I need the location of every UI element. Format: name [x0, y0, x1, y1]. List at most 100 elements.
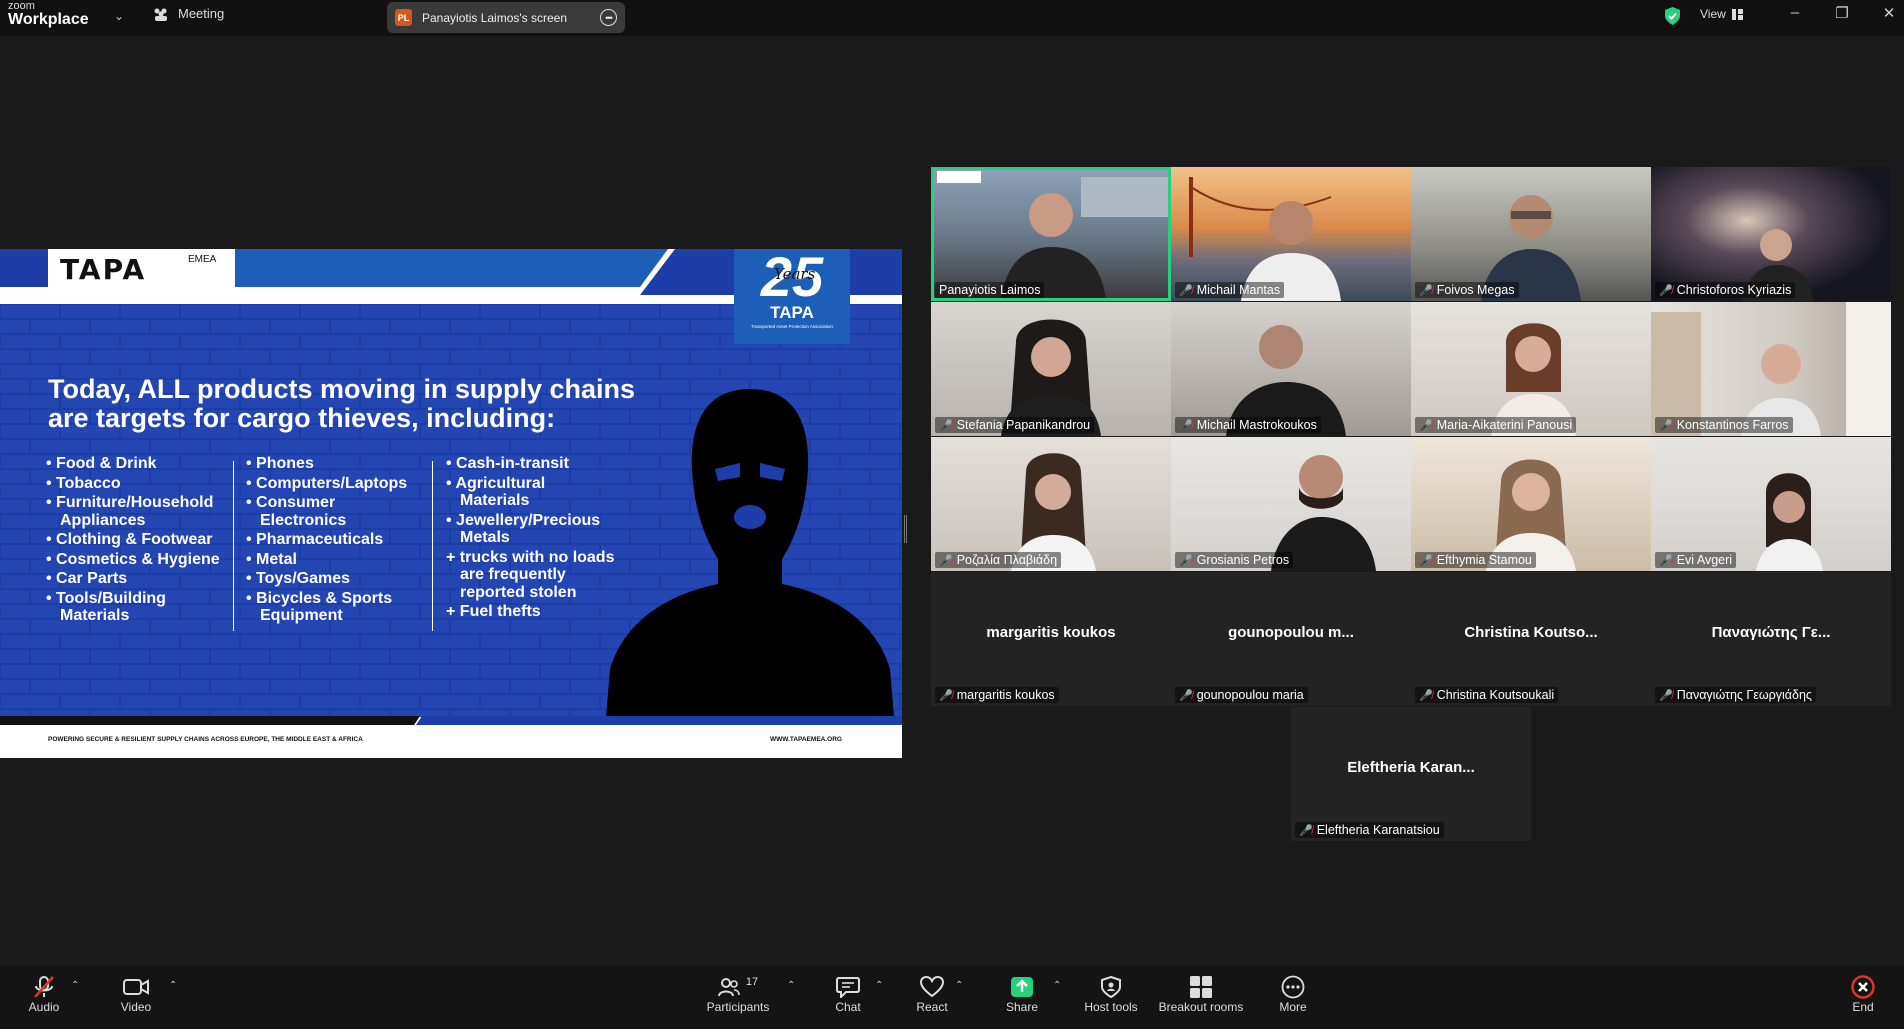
participant-name-tag: 🎤̸ Evi Avgeri — [1655, 552, 1737, 568]
share-options-chevron-icon[interactable]: ⌃ — [1053, 980, 1061, 991]
slide-footer-graphic — [0, 716, 902, 758]
list-item: Appliances — [60, 511, 146, 529]
view-button[interactable]: View — [1700, 7, 1743, 21]
shared-screen-label: Panayiotis Laimos's screen — [422, 10, 568, 25]
audio-label: Audio — [28, 1000, 60, 1014]
video-tile[interactable]: 🎤̸ Michail Mastrokoukos — [1171, 302, 1411, 436]
headline-line-2: are targets for cargo thieves, including… — [48, 403, 556, 433]
participant-video — [1226, 325, 1346, 436]
heart-icon — [920, 976, 944, 998]
video-tile[interactable]: 🎤̸ Maria-Aikaterini Panousi — [1411, 302, 1651, 436]
category-list-2: • Phones • Computers/Laptops • Consumer … — [246, 455, 407, 625]
chat-button[interactable]: Chat — [828, 974, 868, 1014]
participant-name-tag: 🎤̸ Foivos Megas — [1415, 282, 1519, 298]
list-item: + Fuel thefts — [446, 603, 541, 620]
participant-video — [1486, 459, 1576, 571]
video-tile[interactable]: 🎤̸ Stefania Papanikandrou — [931, 302, 1171, 436]
shared-screen: TAPA EMEA 25 Years TAPA Transported Asse… — [0, 249, 902, 758]
audio-options-chevron-icon[interactable]: ⌃ — [71, 980, 79, 991]
participant-name-tag: 🎤̸ Christina Koutsoukali — [1415, 687, 1559, 703]
list-item: • Toys/Games — [246, 570, 351, 587]
list-item: • Tools/Building — [46, 589, 166, 607]
more-button[interactable]: More — [1273, 974, 1313, 1014]
share-screen-icon — [1011, 977, 1033, 997]
list-item: + trucks with no loads — [446, 548, 615, 566]
audio-button[interactable]: Audio — [24, 974, 64, 1014]
close-icon[interactable]: ✕ — [1874, 4, 1904, 22]
participant-name-tag: 🎤̸ Ροζαλία Πλαβιάδη — [935, 552, 1062, 568]
react-button[interactable]: React — [912, 974, 952, 1014]
participant-video — [1491, 323, 1576, 436]
list-item: • Bicycles & Sports — [246, 589, 393, 607]
view-grid-icon — [1731, 8, 1743, 20]
share-label: Share — [1005, 1000, 1039, 1014]
video-tile[interactable]: 🎤̸ Michail Mantas — [1171, 167, 1411, 301]
muted-mic-icon: 🎤̸ — [1419, 419, 1433, 432]
meeting-menu-button[interactable]: Meeting — [152, 6, 224, 21]
shared-screen-tab[interactable]: PL Panayiotis Laimos's screen ••• — [387, 2, 625, 33]
breakout-rooms-button[interactable]: Breakout rooms — [1156, 974, 1246, 1014]
video-tile[interactable]: 🎤̸ Christoforos Kyriazis — [1651, 167, 1891, 301]
more-label: More — [1279, 1000, 1307, 1014]
split-resize-handle[interactable] — [904, 515, 907, 543]
participant-display-name: Eleftheria Karan... — [1347, 759, 1475, 776]
participant-display-name: gounopoulou m... — [1228, 624, 1354, 641]
video-tile[interactable]: 🎤̸ Foivos Megas — [1411, 167, 1651, 301]
meeting-icon — [154, 8, 167, 21]
chat-options-chevron-icon[interactable]: ⌃ — [875, 980, 883, 991]
presenter-badge: PL — [395, 9, 412, 26]
participant-name-tag: Panayiotis Laimos — [935, 282, 1045, 298]
encryption-shield-icon[interactable] — [1664, 6, 1681, 26]
breakout-rooms-label: Breakout rooms — [1158, 1000, 1244, 1014]
meeting-label: Meeting — [178, 6, 225, 21]
participant-name-tag: 🎤̸ Christoforos Kyriazis — [1655, 282, 1796, 298]
participant-name-tag: 🎤̸ Konstantinos Farros — [1655, 417, 1793, 433]
end-meeting-icon — [1851, 975, 1875, 999]
host-tools-button[interactable]: Host tools — [1081, 974, 1141, 1014]
video-tile-off[interactable]: margaritis koukos 🎤̸ margaritis koukos — [931, 572, 1171, 706]
participant-name-tag: 🎤̸ margaritis koukos — [935, 687, 1059, 703]
muted-mic-icon: 🎤̸ — [1179, 554, 1193, 567]
thief-silhouette — [605, 389, 895, 729]
react-options-chevron-icon[interactable]: ⌃ — [955, 980, 963, 991]
participants-options-chevron-icon[interactable]: ⌃ — [787, 980, 795, 991]
restore-icon[interactable]: ❐ — [1827, 4, 1857, 22]
badge-caption: Transported Asset Protection Association — [751, 324, 833, 329]
breakout-rooms-icon — [1190, 976, 1212, 998]
more-icon — [1281, 975, 1305, 999]
video-tile[interactable]: 🎤̸ Evi Avgeri — [1651, 437, 1891, 571]
tapa-logo-sup: EMEA — [188, 254, 217, 265]
participant-name-tag: 🎤̸ Grosianis Petros — [1175, 552, 1294, 568]
category-list-3: • Cash-in-transit • Agricultural Materia… — [446, 455, 614, 621]
minimize-icon[interactable]: – — [1780, 4, 1810, 21]
video-button[interactable]: Video — [116, 974, 156, 1014]
participant-video — [1011, 453, 1096, 571]
video-tile[interactable]: 🎤̸ Ροζαλία Πλαβιάδη — [931, 437, 1171, 571]
muted-mic-icon: 🎤̸ — [1419, 689, 1433, 702]
participant-display-name: Παναγιώτης Γε... — [1711, 624, 1831, 641]
video-tile-off[interactable]: Παναγιώτης Γε... 🎤̸ Παναγιώτης Γεωργιάδης — [1651, 572, 1891, 706]
participants-count: 17 — [745, 976, 759, 988]
video-tile[interactable]: Panayiotis Laimos — [931, 167, 1171, 301]
chevron-down-icon[interactable]: ⌄ — [114, 9, 124, 23]
video-tile-off[interactable]: Eleftheria Karan... 🎤̸ Eleftheria Karanat… — [1291, 707, 1531, 841]
muted-mic-icon: 🎤̸ — [1419, 284, 1433, 297]
video-tile-off[interactable]: gounopoulou m... 🎤̸ gounopoulou maria — [1171, 572, 1411, 706]
video-tile[interactable]: 🎤̸ Efthymia Stamou — [1411, 437, 1651, 571]
column-divider — [233, 461, 234, 631]
list-item: • Jewellery/Precious — [446, 511, 601, 529]
more-options-icon[interactable]: ••• — [600, 9, 617, 26]
video-options-chevron-icon[interactable]: ⌃ — [169, 980, 177, 991]
video-tile-off[interactable]: Christina Koutso... 🎤̸ Christina Koutsouk… — [1411, 572, 1651, 706]
video-tile[interactable]: 🎤̸ Konstantinos Farros — [1651, 302, 1891, 436]
end-button[interactable]: End — [1845, 974, 1881, 1014]
video-camera-icon — [123, 979, 149, 995]
title-bar: zoom Workplace ⌄ Meeting PL Panayiotis L… — [0, 0, 1904, 36]
participant-display-name: margaritis koukos — [986, 624, 1116, 641]
participants-button[interactable]: 17 Participants — [704, 974, 772, 1014]
share-button[interactable]: Share — [1002, 974, 1042, 1014]
column-divider — [432, 461, 433, 631]
video-tile[interactable]: 🎤̸ Grosianis Petros — [1171, 437, 1411, 571]
participant-display-name: Christina Koutso... — [1464, 624, 1598, 641]
list-item: • Computers/Laptops — [246, 474, 408, 492]
